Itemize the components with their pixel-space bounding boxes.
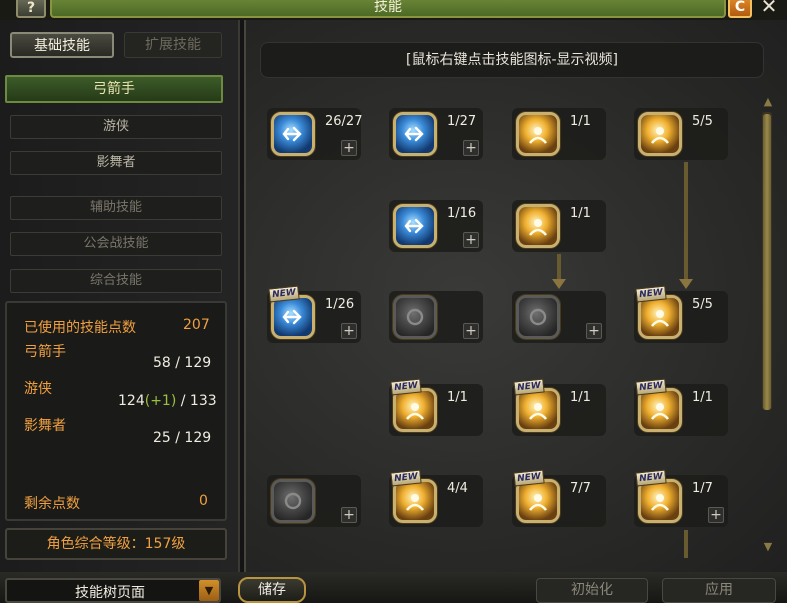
skill-add-button[interactable]: + [463,140,479,156]
skill-slot[interactable]: + [267,475,361,527]
remaining-points-label: 剩余点数 [24,496,80,512]
skill-tree-page-label: 技能树页面 [75,585,145,601]
skill-level-count: 5/5 [692,297,713,312]
ranger-points-bonus: (+1) [144,393,177,409]
tab-basic-skills[interactable]: 基础技能 [10,32,114,58]
skill-add-button[interactable]: + [341,323,357,339]
skill-level-count: 1/1 [570,206,591,221]
connector-line [684,530,688,558]
skill-level-count: 1/26 [325,297,355,312]
class-item-support-skills[interactable]: 辅助技能 [10,196,222,220]
scroll-down-icon[interactable]: ▼ [761,540,775,553]
skill-level-count: 1/7 [692,481,713,496]
scrollbar-thumb[interactable] [763,114,771,410]
skill-add-button[interactable]: + [463,323,479,339]
skill-level-count: 1/1 [570,390,591,405]
skill-add-button[interactable]: + [463,232,479,248]
skill-r2c2-icon[interactable] [393,204,437,248]
skill-add-button[interactable]: + [341,507,357,523]
class-item-ranger[interactable]: 游侠 [10,115,222,139]
skill-slot[interactable]: 1/1 NEW [512,378,606,436]
skill-slot[interactable]: + [389,291,483,343]
skill-add-button[interactable]: + [708,507,724,523]
skill-slot[interactable]: 1/7 + NEW [634,469,728,527]
skill-slot[interactable]: 1/1 [512,108,606,160]
save-button[interactable]: 储存 [238,577,306,603]
skill-r3c3-icon[interactable] [516,295,560,339]
skill-r1c1-icon[interactable] [271,112,315,156]
ranger-points-label: 游侠 [24,381,52,397]
skill-slot[interactable]: 5/5 NEW [634,285,728,343]
tab-extended-skills[interactable]: 扩展技能 [124,32,222,58]
archer-points-label: 弓箭手 [24,344,66,360]
ranger-points-spent: 124 [118,393,145,409]
skill-slot[interactable]: 4/4 NEW [389,469,483,527]
skill-level-count: 1/1 [570,114,591,129]
used-points-value: 207 [183,317,210,333]
skill-level-count: 1/1 [692,390,713,405]
chevron-down-icon[interactable]: ▼ [199,580,219,601]
ranger-points-max: / 133 [180,393,217,409]
skill-slot[interactable]: 1/1 [512,200,606,252]
archer-points-value: 58 / 129 [153,355,212,371]
skill-r1c2-icon[interactable] [393,112,437,156]
skill-slot[interactable]: 1/26 + NEW [267,285,361,343]
class-item-archer[interactable]: 弓箭手 [5,75,223,103]
remaining-points-value: 0 [199,493,208,509]
ranger-points-value: 124(+1) / 133 [118,393,217,409]
class-item-guild-war-skills[interactable]: 公会战技能 [10,232,222,256]
class-item-general-skills[interactable]: 综合技能 [10,269,222,293]
used-points-label: 已使用的技能点数 [24,320,136,336]
skill-slot[interactable]: 1/27 + [389,108,483,160]
class-item-shadow-dancer[interactable]: 影舞者 [10,151,222,175]
close-button[interactable]: ✕ [756,0,782,18]
reset-button[interactable]: 初始化 [536,578,648,603]
skill-slot[interactable]: 1/16 + [389,200,483,252]
character-level: 角色综合等级：157级 [5,528,227,560]
skill-slot[interactable]: 5/5 [634,108,728,160]
connector-arrow-icon [552,279,566,289]
shadow-dancer-points-value: 25 / 129 [153,430,212,446]
help-button[interactable]: ? [16,0,46,18]
shadow-dancer-points-label: 影舞者 [24,418,66,434]
hint-bar: [鼠标右键点击技能图标-显示视频] [260,42,764,78]
window-title: 技能 [50,0,726,18]
skill-r1c4-icon[interactable] [638,112,682,156]
scroll-up-icon[interactable]: ▲ [761,95,775,108]
skill-level-count: 1/16 [447,206,477,221]
skill-slot[interactable]: + [512,291,606,343]
apply-button[interactable]: 应用 [662,578,776,603]
skill-add-button[interactable]: + [341,140,357,156]
skill-r5c1-icon[interactable] [271,479,315,523]
connector-line [557,254,561,280]
skill-level-count: 1/27 [447,114,477,129]
skill-slot[interactable]: 1/1 NEW [634,378,728,436]
skill-slot[interactable]: 1/1 NEW [389,378,483,436]
skill-slot[interactable]: 7/7 NEW [512,469,606,527]
skill-level-count: 5/5 [692,114,713,129]
skill-level-count: 26/27 [325,114,363,129]
connector-line [684,162,688,280]
refresh-button[interactable]: C [728,0,752,18]
skill-r2c3-icon[interactable] [516,204,560,248]
skill-add-button[interactable]: + [586,323,602,339]
skill-slot[interactable]: 26/27 + [267,108,363,160]
skill-level-count: 7/7 [570,481,591,496]
skill-level-count: 1/1 [447,390,468,405]
skill-r3c2-icon[interactable] [393,295,437,339]
connector-arrow-icon [679,279,693,289]
skill-r1c3-icon[interactable] [516,112,560,156]
skill-level-count: 4/4 [447,481,468,496]
